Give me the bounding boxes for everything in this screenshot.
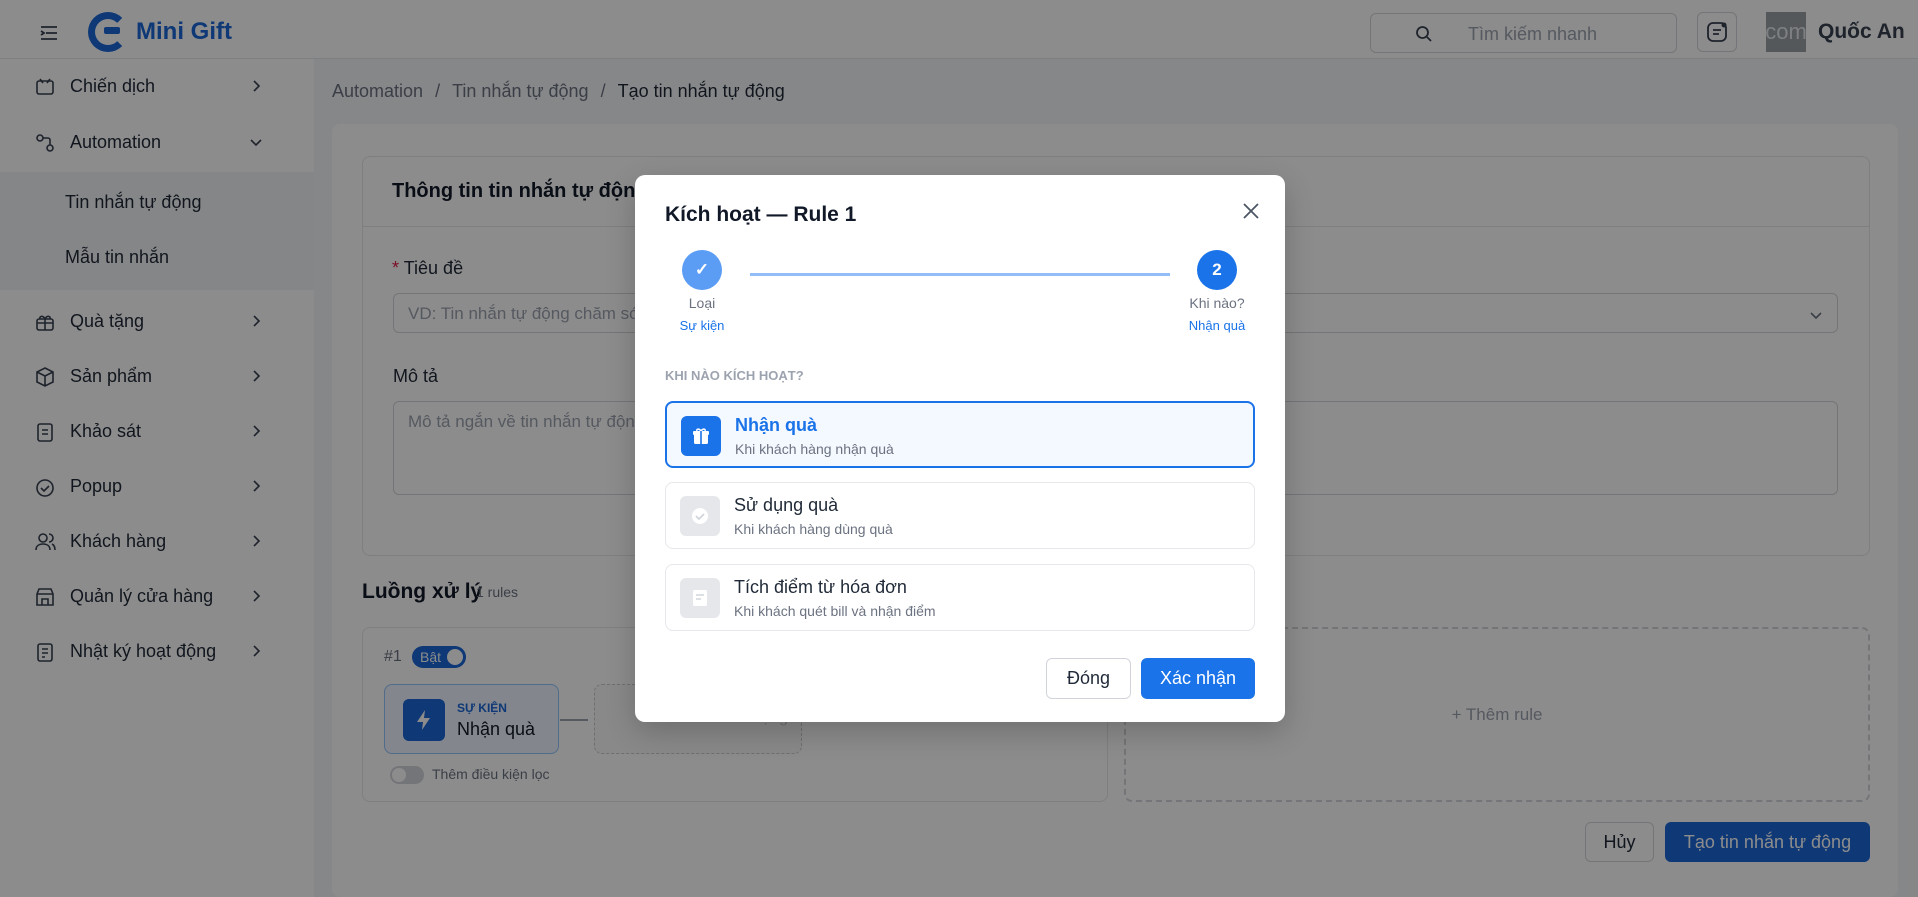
step-current-indicator[interactable]: 2 bbox=[1197, 250, 1237, 290]
option-receive-gift[interactable]: Nhận quà Khi khách hàng nhận quà bbox=[665, 401, 1255, 468]
option-desc: Khi khách hàng dùng quà bbox=[734, 521, 893, 537]
modal-confirm-button[interactable]: Xác nhận bbox=[1141, 658, 1255, 699]
option-earn-points-invoice[interactable]: Tích điểm từ hóa đơn Khi khách quét bill… bbox=[665, 564, 1255, 631]
gift-icon bbox=[681, 416, 721, 456]
option-title: Sử dụng quà bbox=[734, 495, 839, 515]
receipt-icon bbox=[680, 578, 720, 618]
step-1-sub: Sự kiện bbox=[679, 318, 725, 333]
step-done-icon[interactable]: ✓ bbox=[682, 250, 722, 290]
trigger-section-label: KHI NÀO KÍCH HOẠT? bbox=[665, 368, 804, 383]
step-2-label: Khi nào? bbox=[1189, 295, 1245, 311]
close-icon[interactable] bbox=[1239, 199, 1263, 223]
option-desc: Khi khách hàng nhận quà bbox=[735, 441, 894, 457]
option-title: Nhận quà bbox=[735, 415, 818, 435]
modal-close-button[interactable]: Đóng bbox=[1046, 658, 1131, 699]
modal-title: Kích hoạt — Rule 1 bbox=[665, 203, 857, 226]
step-2-sub: Nhận quà bbox=[1188, 318, 1246, 333]
trigger-modal: Kích hoạt — Rule 1 ✓ 2 Loại Sự kiện Khi … bbox=[635, 175, 1285, 722]
option-desc: Khi khách quét bill và nhận điểm bbox=[734, 603, 936, 619]
option-use-gift[interactable]: Sử dụng quà Khi khách hàng dùng quà bbox=[665, 482, 1255, 549]
check-circle-icon bbox=[680, 496, 720, 536]
step-1-label: Loại bbox=[688, 295, 716, 311]
stepper-line bbox=[750, 273, 1170, 276]
option-title: Tích điểm từ hóa đơn bbox=[734, 577, 907, 597]
